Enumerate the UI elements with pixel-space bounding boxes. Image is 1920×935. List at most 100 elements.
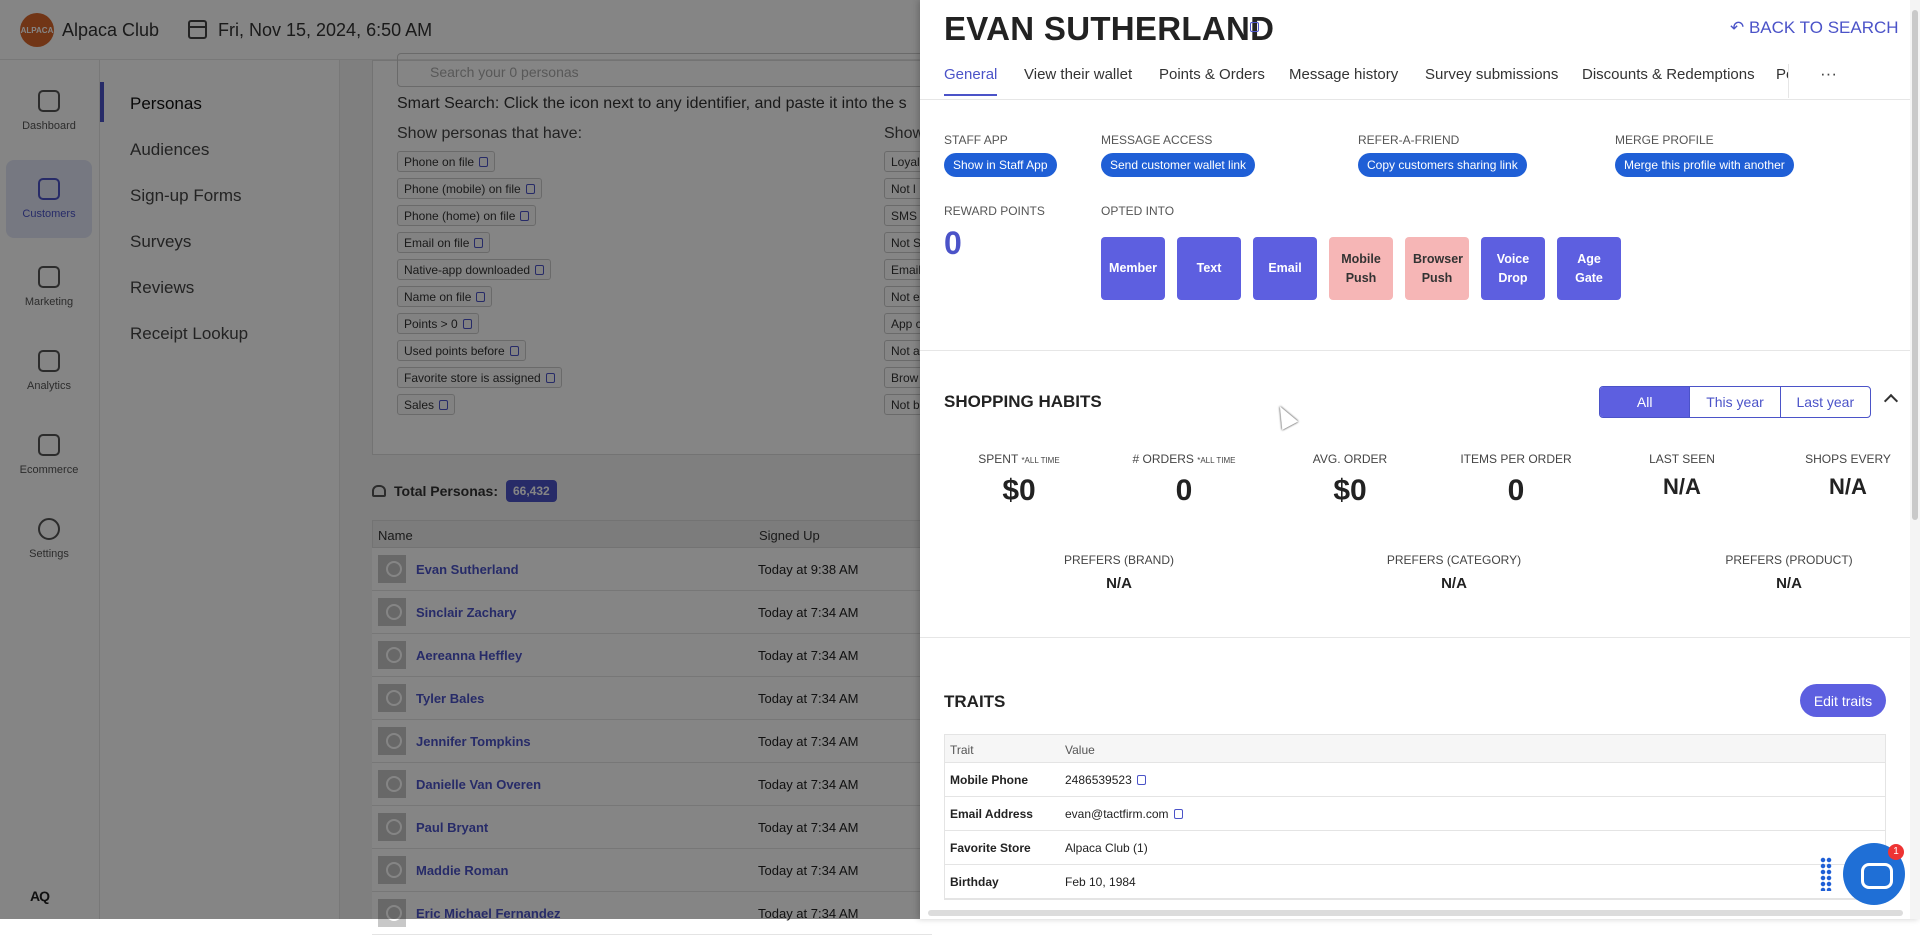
trait-row: Email Address evan@tactfirm.com	[945, 797, 1885, 831]
prefers-category: PREFERS (CATEGORY) N/A	[1344, 553, 1564, 592]
horizontal-scrollbar[interactable]	[928, 910, 1903, 916]
trait-row: Birthday Feb 10, 1984	[945, 865, 1885, 899]
merge-profile-label: MERGE PROFILE	[1615, 133, 1714, 147]
send-wallet-link-button[interactable]: Send customer wallet link	[1101, 153, 1256, 177]
habits-period-toggle: All This year Last year	[1599, 386, 1871, 418]
copy-icon[interactable]	[1173, 809, 1183, 819]
opt-browser-push[interactable]: Browser Push	[1405, 237, 1469, 300]
traits-title: TRAITS	[944, 692, 1006, 711]
stat-value: N/A	[1829, 474, 1867, 499]
chat-notification-badge: 1	[1888, 844, 1904, 860]
opt-text[interactable]: Text	[1177, 237, 1241, 300]
opted-into-label: OPTED INTO	[1101, 204, 1175, 218]
trait-key: Favorite Store	[950, 841, 1031, 855]
stat-label: SHOPS EVERY	[1805, 452, 1891, 466]
drag-handle-icon[interactable]	[1820, 857, 1832, 891]
back-to-search-button[interactable]: ↶ BACK TO SEARCH	[1730, 18, 1899, 38]
stat-value: $0	[1333, 474, 1367, 507]
opt-label: Voice Drop	[1496, 251, 1530, 285]
divider	[920, 637, 1910, 638]
trait-value: evan@tactfirm.com	[1065, 807, 1183, 821]
stat-sub: *ALL TIME	[1021, 456, 1060, 465]
opt-voice-drop[interactable]: Voice Drop	[1481, 237, 1545, 300]
merge-profile-button[interactable]: Merge this profile with another	[1615, 153, 1794, 177]
traits-header: Trait Value	[945, 735, 1885, 763]
stat-value: N/A	[1663, 474, 1701, 499]
filter-this-year[interactable]: This year	[1689, 387, 1779, 417]
filter-last-year[interactable]: Last year	[1779, 387, 1870, 417]
tab-message-history[interactable]: Message history	[1289, 66, 1398, 83]
stat-label: # ORDERS	[1132, 452, 1194, 466]
copy-sharing-link-button[interactable]: Copy customers sharing link	[1358, 153, 1527, 177]
stat-label: LAST SEEN	[1649, 452, 1715, 466]
opt-email[interactable]: Email	[1253, 237, 1317, 300]
stat-avg-order: AVG. ORDER $0	[1280, 452, 1420, 508]
edit-traits-button[interactable]: Edit traits	[1800, 684, 1886, 717]
stat-value: 0	[1507, 474, 1525, 507]
trait-value-text: evan@tactfirm.com	[1065, 807, 1169, 821]
opt-label: Mobile Push	[1341, 251, 1381, 285]
vertical-scrollbar[interactable]	[1910, 0, 1920, 919]
scrollbar-thumb[interactable]	[1912, 10, 1918, 520]
stat-sub: *ALL TIME	[1197, 456, 1236, 465]
stat-shops-every: SHOPS EVERY N/A	[1778, 452, 1918, 500]
prefers-brand: PREFERS (BRAND) N/A	[1009, 553, 1229, 592]
tab-survey-submissions[interactable]: Survey submissions	[1425, 66, 1558, 83]
reward-points-label: REWARD POINTS	[944, 204, 1045, 218]
trait-row: Favorite Store Alpaca Club (1)	[945, 831, 1885, 865]
copy-icon[interactable]	[1136, 775, 1146, 785]
pref-value: N/A	[1441, 575, 1467, 592]
trait-value: Alpaca Club (1)	[1065, 841, 1148, 855]
opt-label: Browser Push	[1413, 251, 1464, 285]
stat-orders: # ORDERS *ALL TIME 0	[1114, 452, 1254, 508]
trait-key: Email Address	[950, 807, 1033, 821]
column-trait: Trait	[950, 743, 974, 757]
show-in-staff-app-button[interactable]: Show in Staff App	[944, 153, 1057, 177]
filter-all[interactable]: All	[1600, 387, 1690, 417]
copy-icon[interactable]	[1250, 22, 1259, 32]
message-access-label: MESSAGE ACCESS	[1101, 133, 1213, 147]
pref-value: N/A	[1106, 575, 1132, 592]
staff-app-label: STAFF APP	[944, 133, 1008, 147]
opt-member[interactable]: Member	[1101, 237, 1165, 300]
stat-items-per-order: ITEMS PER ORDER 0	[1446, 452, 1586, 508]
more-tabs-button[interactable]: ···	[1788, 64, 1868, 98]
tab-general[interactable]: General	[944, 66, 998, 96]
stat-label: ITEMS PER ORDER	[1460, 452, 1572, 466]
traits-table: Trait Value Mobile Phone 2486539523 Email …	[944, 734, 1886, 900]
pref-label: PREFERS (CATEGORY)	[1386, 553, 1522, 567]
opt-mobile-push[interactable]: Mobile Push	[1329, 237, 1393, 300]
pref-value: N/A	[1776, 575, 1802, 592]
divider	[920, 350, 1910, 351]
reward-points-value: 0	[944, 225, 962, 261]
refer-a-friend-label: REFER-A-FRIEND	[1358, 133, 1460, 147]
back-label: BACK TO SEARCH	[1748, 18, 1899, 37]
shopping-habits-title: SHOPPING HABITS	[944, 392, 1102, 411]
chevron-up-icon[interactable]	[1883, 393, 1899, 409]
trait-key: Mobile Phone	[950, 773, 1028, 787]
profile-tabs: General View their wallet Points & Order…	[920, 64, 1910, 100]
trait-row: Mobile Phone 2486539523	[945, 763, 1885, 797]
profile-name: EVAN SUTHERLAND	[944, 10, 1275, 47]
stat-label: SPENT	[978, 452, 1019, 466]
persona-profile-panel: EVAN SUTHERLAND ↶ BACK TO SEARCH General…	[920, 0, 1920, 919]
pref-label: PREFERS (PRODUCT)	[1725, 553, 1853, 567]
stat-last-seen: LAST SEEN N/A	[1612, 452, 1752, 500]
tab-wallet[interactable]: View their wallet	[1024, 66, 1132, 83]
trait-value-text: 2486539523	[1065, 773, 1132, 787]
stat-label: AVG. ORDER	[1312, 452, 1388, 466]
trait-value: 2486539523	[1065, 773, 1146, 787]
tab-points-orders[interactable]: Points & Orders	[1159, 66, 1265, 83]
prefers-product: PREFERS (PRODUCT) N/A	[1679, 553, 1899, 592]
trait-value: Feb 10, 1984	[1065, 875, 1136, 889]
stat-value: $0	[1002, 474, 1036, 507]
tab-discounts[interactable]: Discounts & Redemptions	[1582, 66, 1755, 83]
pref-label: PREFERS (BRAND)	[1063, 553, 1174, 567]
opt-label: Age Gate	[1575, 251, 1603, 285]
stat-spent: SPENT *ALL TIME $0	[949, 452, 1089, 508]
modal-backdrop[interactable]	[0, 0, 920, 919]
reply-arrow-icon: ↶	[1730, 18, 1749, 37]
stat-value: 0	[1175, 474, 1193, 507]
column-value: Value	[1065, 743, 1095, 757]
opt-age-gate[interactable]: Age Gate	[1557, 237, 1621, 300]
